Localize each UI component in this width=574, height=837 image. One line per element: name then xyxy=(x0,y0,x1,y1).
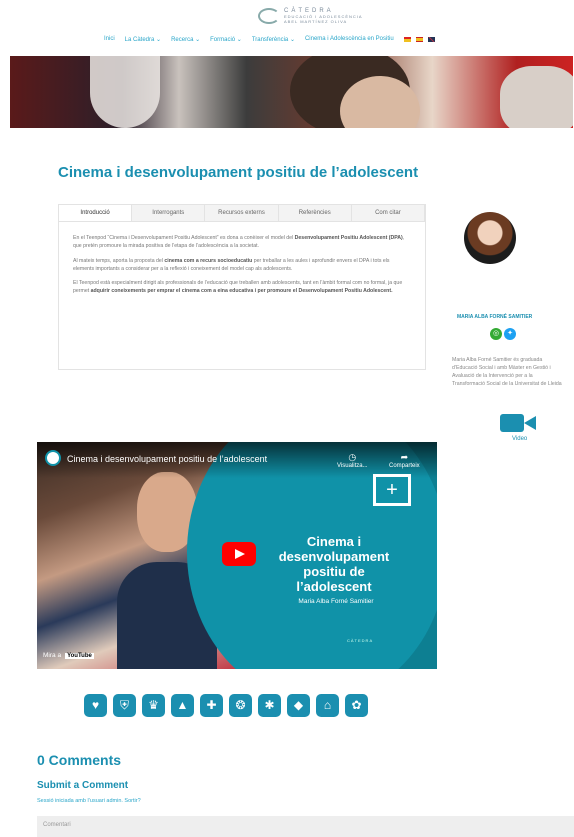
watch-later-button[interactable]: ◷ Visualitza... xyxy=(337,452,368,469)
logo-line-3: ABEL MARTÍNEZ OLIVA xyxy=(284,18,348,24)
tab-recursos-externs[interactable]: Recursos externs xyxy=(205,205,279,221)
nav-item-catedra[interactable]: La Càtedra ⌄ xyxy=(125,36,161,43)
film-plus-icon: + xyxy=(373,474,411,506)
video-overlay-title: Cinema i desenvolupament positiu de l’ad… xyxy=(278,534,390,594)
tab-content: En el Teenpod “Cinema i Desenvolupament … xyxy=(59,222,425,314)
nav-item-formacio[interactable]: Formació ⌄ xyxy=(210,36,242,43)
intro-paragraph-2: Al mateix temps, aporta la proposta del … xyxy=(73,257,390,272)
tabs-container: Introducció Interrogants Recursos extern… xyxy=(58,204,426,370)
video-title[interactable]: Cinema i desenvolupament positiu de l’ad… xyxy=(67,454,267,464)
intro-paragraph-3: El Teenpod està especialment dirigit als… xyxy=(73,280,403,295)
youtube-embed[interactable]: Cinema i desenvolupament positiu de l’ad… xyxy=(37,442,437,669)
play-button[interactable] xyxy=(222,542,256,566)
main-nav: Inici La Càtedra ⌄ Recerca ⌄ Formació ⌄ … xyxy=(104,36,435,43)
gear-icon[interactable]: ✱ xyxy=(258,694,281,717)
language-flags xyxy=(403,36,435,43)
share-icon: ➦ xyxy=(400,452,409,462)
spanish-flag-icon[interactable] xyxy=(415,37,423,42)
nav-item-cinema[interactable]: Cinema i Adolescència en Positiu xyxy=(305,36,394,43)
globe-icon[interactable]: ✿ xyxy=(345,694,368,717)
orcid-icon[interactable]: ◎ xyxy=(490,328,502,340)
lock-icon[interactable]: ◆ xyxy=(287,694,310,717)
hero-banner xyxy=(10,56,573,128)
comment-textarea[interactable]: Comentari xyxy=(37,816,574,837)
tab-bar: Introducció Interrogants Recursos extern… xyxy=(59,205,426,222)
social-links: ◎ ✦ xyxy=(490,328,562,340)
tab-interrogants[interactable]: Interrogants xyxy=(132,205,206,221)
shield-icon[interactable]: ⛨ xyxy=(113,694,136,717)
tab-introduccio[interactable]: Introducció xyxy=(59,205,133,221)
watch-on-youtube[interactable]: Mira a YouTube xyxy=(43,652,94,659)
brain-icon[interactable]: ❂ xyxy=(229,694,252,717)
twitter-icon[interactable]: ✦ xyxy=(504,328,516,340)
channel-logo-icon[interactable] xyxy=(45,450,61,466)
tab-com-citar[interactable]: Com citar xyxy=(352,205,426,221)
video-link[interactable]: Video xyxy=(512,436,562,442)
logged-in-notice[interactable]: Sessió iniciada amb l’usuari admin. Sort… xyxy=(37,798,141,804)
author-avatar xyxy=(464,212,516,264)
home-icon[interactable]: ⌂ xyxy=(316,694,339,717)
intro-paragraph-1: En el Teenpod “Cinema i Desenvolupament … xyxy=(73,235,405,250)
uk-flag-icon[interactable] xyxy=(427,37,435,42)
medical-icon[interactable]: ✚ xyxy=(200,694,223,717)
competency-icons: ♥ ⛨ ♛ ▲ ✚ ❂ ✱ ◆ ⌂ ✿ xyxy=(84,694,368,717)
video-author: Maria Alba Forné Samitier xyxy=(298,598,374,605)
handshake-icon[interactable]: ♥ xyxy=(84,694,107,717)
submit-comment-heading: Submit a Comment xyxy=(37,780,129,791)
site-logo[interactable]: CÀTEDRA EDUCACIÓ I ADOLESCÈNCIA ABEL MAR… xyxy=(258,8,363,24)
nav-item-recerca[interactable]: Recerca ⌄ xyxy=(171,36,200,43)
nav-item-transferencia[interactable]: Transferència ⌄ xyxy=(252,36,295,43)
author-bio: Maria Alba Forné Samitier és graduada d’… xyxy=(452,357,562,387)
video-watermark-logo: CÀTEDRA xyxy=(347,638,374,643)
catalan-flag-icon[interactable] xyxy=(403,37,411,42)
site-header: CÀTEDRA EDUCACIÓ I ADOLESCÈNCIA ABEL MAR… xyxy=(0,0,574,56)
page-title: Cinema i desenvolupament positiu de l’ad… xyxy=(58,164,419,181)
share-button[interactable]: ➦ Comparteix xyxy=(389,452,420,469)
comments-count: 0 Comments xyxy=(37,752,122,768)
author-name: MARIA ALBA FORNÉ SAMITIER xyxy=(457,314,533,320)
trophy-icon[interactable]: ♛ xyxy=(142,694,165,717)
tab-referencies[interactable]: Referències xyxy=(279,205,352,221)
group-icon[interactable]: ▲ xyxy=(171,694,194,717)
youtube-logo-icon: YouTube xyxy=(65,652,94,659)
video-camera-icon[interactable] xyxy=(500,412,536,432)
nav-item-inici[interactable]: Inici xyxy=(104,36,115,43)
author-sidebar: MARIA ALBA FORNÉ SAMITIER ◎ ✦ Maria Alba… xyxy=(452,212,562,442)
clock-icon: ◷ xyxy=(348,452,357,462)
logo-icon xyxy=(258,8,280,24)
